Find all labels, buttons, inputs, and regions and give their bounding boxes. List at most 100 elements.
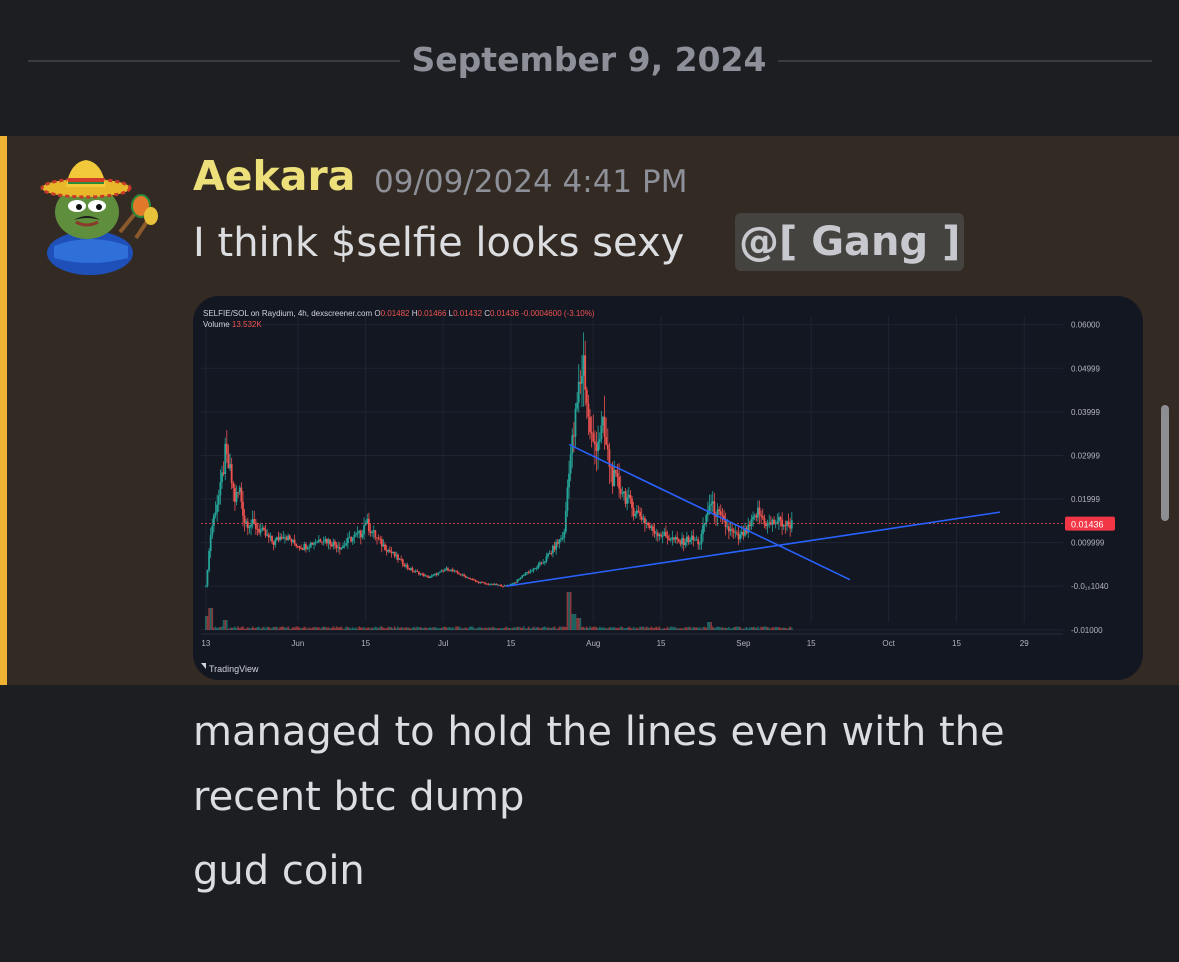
volume-bar [766,626,769,630]
divider-line-left [28,60,400,62]
candle-body [710,503,712,506]
volume-bar [761,626,764,630]
volume-bar [437,628,440,630]
candle-body [731,528,733,531]
candle-body [308,547,311,549]
candle-body [206,570,209,586]
candle-body [453,570,456,572]
y-tick-label: 0.02999 [1071,451,1100,460]
volume-bar [321,627,323,630]
volume-bar [608,627,611,630]
candle-body [324,538,327,542]
candle-body [619,488,622,494]
candle-body [779,517,782,520]
volume-bar [476,628,478,630]
volume-bar [226,620,228,630]
volume-bar [382,627,385,630]
candle-body [418,571,420,575]
x-tick-label: 29 [1020,639,1029,648]
candle-body [340,547,343,550]
volume-bar [765,626,767,630]
avatar[interactable] [40,150,160,278]
candle-body [600,425,603,440]
volume-bar [718,626,720,630]
volume-bar [297,626,299,630]
candle-body [209,535,212,552]
volume-bar [216,627,218,630]
volume-bar [676,628,678,630]
candle-body [221,472,223,483]
volume-bar [702,626,704,630]
candle-body [614,470,617,473]
candle-body [245,521,248,523]
candle-body [305,544,307,550]
candle-body [232,482,235,488]
scrollbar[interactable] [1161,405,1169,521]
volume-bar [529,628,532,630]
volume-bar [774,627,777,630]
y-tick-label: 0.03999 [1071,408,1100,417]
volume-bar [613,626,616,630]
volume-bar [736,626,738,630]
candle-body [663,531,666,536]
candle-body [542,562,545,564]
volume-bar [698,627,701,630]
price-chart: 0.06000 0.04999 0.03999 0.02999 0.01999 0.009… [193,296,1143,680]
volume-bar [445,627,448,630]
candle-body [519,577,522,579]
candle-body [456,571,459,574]
author-name[interactable]: Aekara [193,152,355,200]
candle-body [419,573,422,575]
candle-body [367,518,370,532]
candle-body [272,541,275,545]
candle-body [682,538,685,545]
volume-bar [574,614,577,630]
volume-bar [629,627,632,630]
message-text: I think $selfie looks sexy [193,220,685,266]
volume-bar [616,627,619,630]
candle-body [698,543,701,545]
candle-body [335,544,338,548]
volume-bar [479,627,482,630]
candle-body [408,568,411,570]
volume-bar [232,627,235,630]
candle-body [230,464,233,483]
chart-image-attachment[interactable]: 0.06000 0.04999 0.03999 0.02999 0.01999 0.009… [193,296,1143,680]
candle-body [587,403,590,417]
candle-body [353,534,356,538]
volume-bar [715,627,717,630]
volume-bar [573,614,575,630]
volume-bar [776,627,779,630]
volume-bar [623,628,625,630]
volume-bar [595,627,598,630]
candle-body [287,535,290,541]
volume-bar [263,626,265,630]
volume-bar [690,628,693,630]
candle-body [264,529,267,536]
volume-bar [424,627,427,630]
candle-body [590,432,593,434]
candle-body [639,511,641,517]
volume-bar [631,628,633,630]
volume-bar [371,627,373,630]
candle-body [658,534,661,537]
candle-body [726,526,729,528]
candle-body [518,578,520,580]
candle-body [214,512,217,515]
volume-bar [474,628,477,630]
volume-bar [697,627,699,630]
candle-body [493,584,496,585]
candle-body [489,584,491,586]
volume-bar [401,627,404,630]
volume-bar [668,628,670,630]
volume-bar [569,592,572,630]
volume-bar [453,628,456,630]
role-mention[interactable]: @[ Gang ] [735,213,965,271]
volume-bar [531,628,533,630]
candle-body [458,573,461,575]
volume-bar [537,627,540,630]
candle-body [266,534,269,536]
volume-bar [293,627,296,630]
volume-bar [429,627,432,630]
candle-body [439,571,441,573]
